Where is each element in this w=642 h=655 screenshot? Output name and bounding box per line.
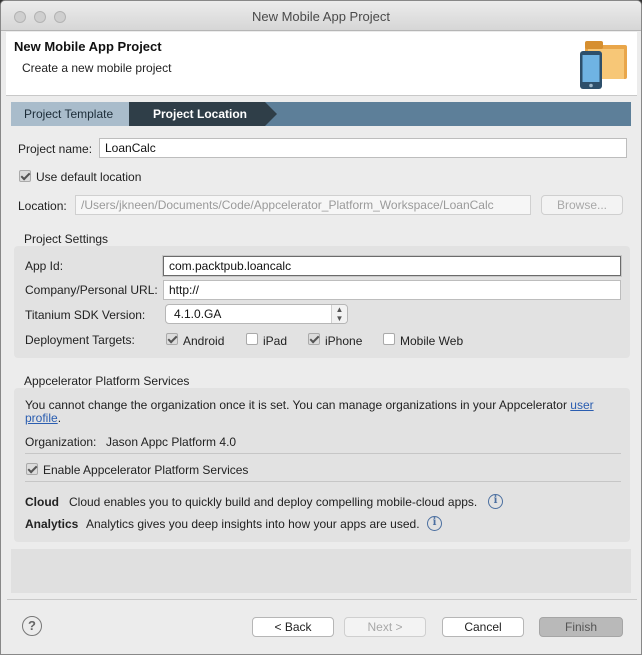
- deployment-targets-label: Deployment Targets:: [25, 333, 135, 347]
- enable-platform-services-label: Enable Appcelerator Platform Services: [43, 463, 249, 477]
- analytics-label: Analytics: [25, 517, 79, 531]
- wizard-subtitle: Create a new mobile project: [22, 61, 172, 75]
- target-mobile-web-label: Mobile Web: [400, 334, 464, 348]
- browse-button[interactable]: Browse...: [541, 195, 623, 215]
- cloud-description: Cloud enables you to quickly build and d…: [69, 495, 478, 509]
- breadcrumb-project-location[interactable]: Project Location: [129, 102, 265, 126]
- cancel-button[interactable]: Cancel: [442, 617, 524, 637]
- wizard-title: New Mobile App Project: [14, 39, 162, 54]
- target-ipad-checkbox[interactable]: [246, 333, 258, 345]
- target-android-label: Android: [183, 334, 225, 348]
- finish-button[interactable]: Finish: [539, 617, 623, 637]
- content-empty-area: [11, 549, 631, 593]
- help-icon[interactable]: ?: [22, 616, 42, 636]
- project-name-label: Project name:: [18, 142, 93, 156]
- project-settings-title: Project Settings: [24, 232, 109, 246]
- chevron-updown-icon: ▲ ▼: [331, 305, 347, 323]
- notice-text: You cannot change the organization once …: [25, 398, 567, 412]
- target-iphone-checkbox[interactable]: [308, 333, 320, 345]
- services-separator: [25, 481, 621, 482]
- company-url-label: Company/Personal URL:: [25, 283, 158, 297]
- location-label: Location:: [18, 199, 67, 213]
- analytics-description: Analytics gives you deep insights into h…: [86, 517, 420, 531]
- app-id-label: App Id:: [25, 259, 64, 273]
- title-bar: New Mobile App Project: [1, 1, 641, 31]
- project-name-input[interactable]: LoanCalc: [99, 138, 627, 158]
- location-input[interactable]: /Users/jkneen/Documents/Code/Appcelerato…: [75, 195, 531, 215]
- target-iphone-label: iPhone: [325, 334, 363, 348]
- user-profile-link[interactable]: user: [570, 398, 593, 412]
- organization-notice: You cannot change the organization once …: [25, 399, 615, 425]
- sdk-version-value: 4.1.0.GA: [174, 307, 222, 321]
- breadcrumb-arrow: [265, 102, 277, 126]
- target-ipad-label: iPad: [263, 334, 288, 348]
- target-android-checkbox[interactable]: [166, 333, 178, 345]
- use-default-location-checkbox[interactable]: [19, 170, 31, 182]
- notice-end: .: [57, 411, 62, 425]
- sdk-version-select[interactable]: 4.1.0.GA ▲ ▼: [165, 304, 348, 324]
- footer-separator: [7, 599, 637, 600]
- target-mobile-web-checkbox[interactable]: [383, 333, 395, 345]
- sdk-version-label: Titanium SDK Version:: [25, 308, 146, 322]
- mobile-project-icon: [580, 41, 627, 89]
- services-separator: [25, 453, 621, 454]
- next-button[interactable]: Next >: [344, 617, 426, 637]
- wizard-breadcrumb: Project Template Project Location: [11, 102, 631, 126]
- enable-platform-services-checkbox[interactable]: [26, 463, 38, 475]
- use-default-location-label: Use default location: [36, 170, 142, 184]
- cloud-label: Cloud: [25, 495, 59, 509]
- dialog-window: New Mobile App Project New Mobile App Pr…: [0, 0, 642, 655]
- cloud-info-icon[interactable]: i: [488, 494, 503, 509]
- breadcrumb-project-template[interactable]: Project Template: [11, 102, 131, 126]
- window-title: New Mobile App Project: [251, 9, 390, 24]
- organization-value: Jason Appc Platform 4.0: [106, 435, 237, 449]
- app-id-input[interactable]: com.packtpub.loancalc: [163, 256, 621, 276]
- analytics-info-icon[interactable]: i: [427, 516, 442, 531]
- platform-services-title: Appcelerator Platform Services: [24, 374, 190, 388]
- company-url-input[interactable]: http://: [163, 280, 621, 300]
- user-profile-link-cont[interactable]: profile: [25, 411, 58, 425]
- back-button[interactable]: < Back: [252, 617, 334, 637]
- organization-label: Organization:: [25, 435, 97, 449]
- wizard-banner: New Mobile App Project Create a new mobi…: [6, 32, 637, 96]
